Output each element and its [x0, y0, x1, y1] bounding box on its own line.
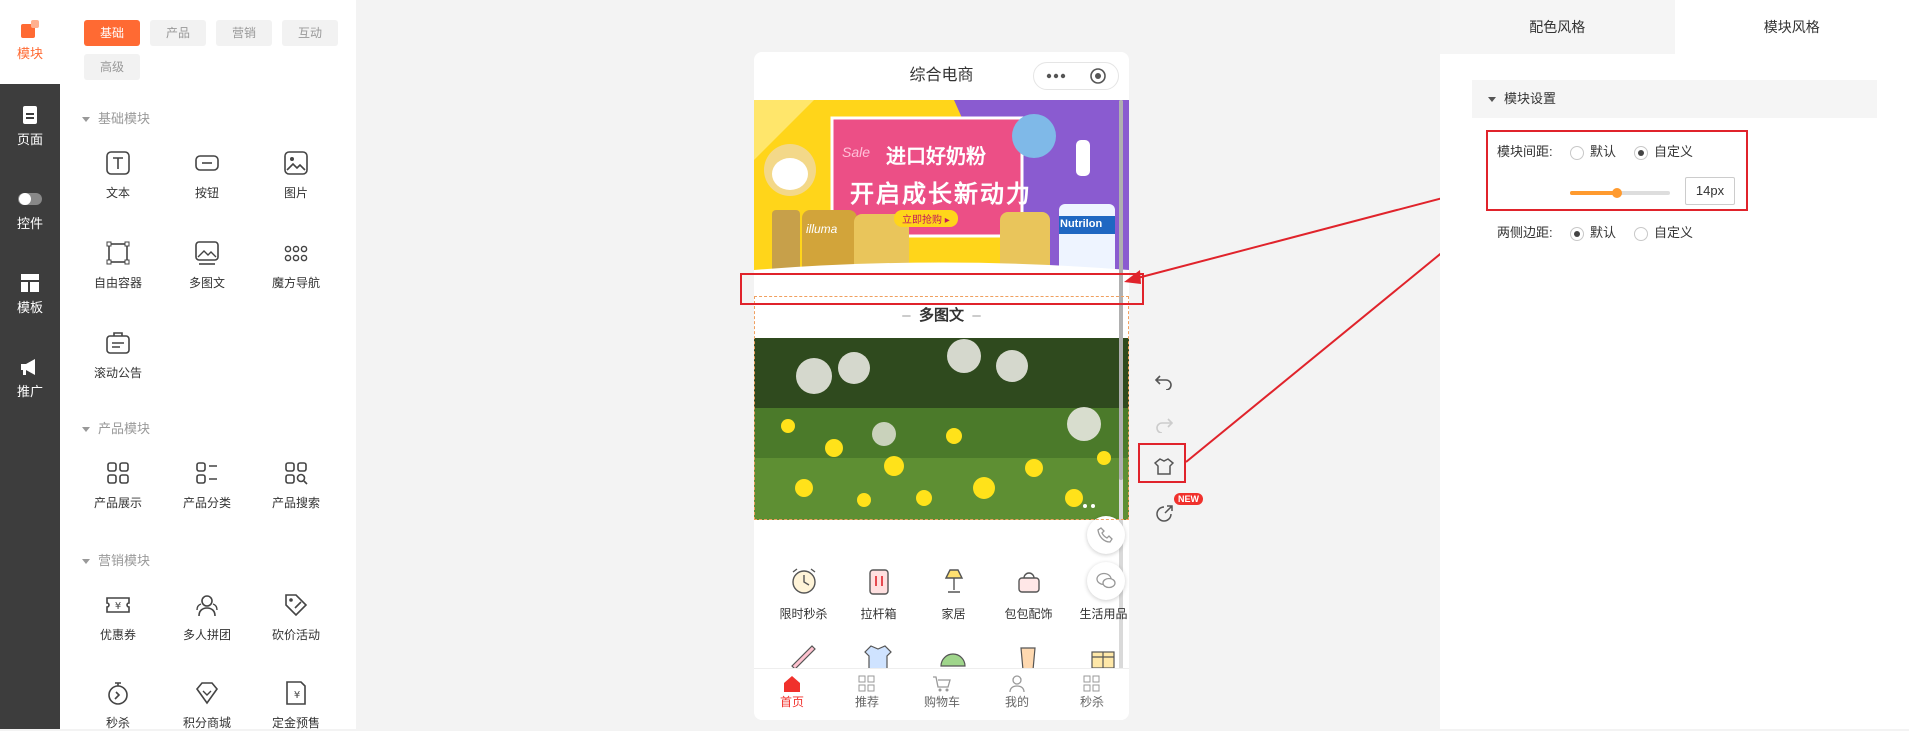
tab-color-style[interactable]: 配色风格 [1440, 0, 1675, 54]
settings-panel: 配色风格 模块风格 模块设置 模块间距: 默认 自定义 14px 两侧边距: 默… [1440, 0, 1909, 729]
radio-custom[interactable] [1634, 227, 1648, 241]
margin-default-option[interactable]: 默认 [1570, 222, 1616, 241]
side-margin-label: 两侧边距: [1497, 225, 1553, 240]
settings-tabs: 配色风格 模块风格 [1440, 0, 1909, 54]
margin-custom-option[interactable]: 自定义 [1634, 222, 1693, 241]
spacing-setting-highlight [1486, 130, 1748, 211]
tab-module-style[interactable]: 模块风格 [1675, 0, 1909, 54]
option-label: 自定义 [1654, 225, 1693, 240]
radio-default[interactable] [1570, 227, 1584, 241]
side-margin-row: 两侧边距: [1497, 222, 1553, 241]
option-label: 默认 [1590, 225, 1616, 240]
module-settings-header[interactable]: 模块设置 [1472, 80, 1877, 118]
